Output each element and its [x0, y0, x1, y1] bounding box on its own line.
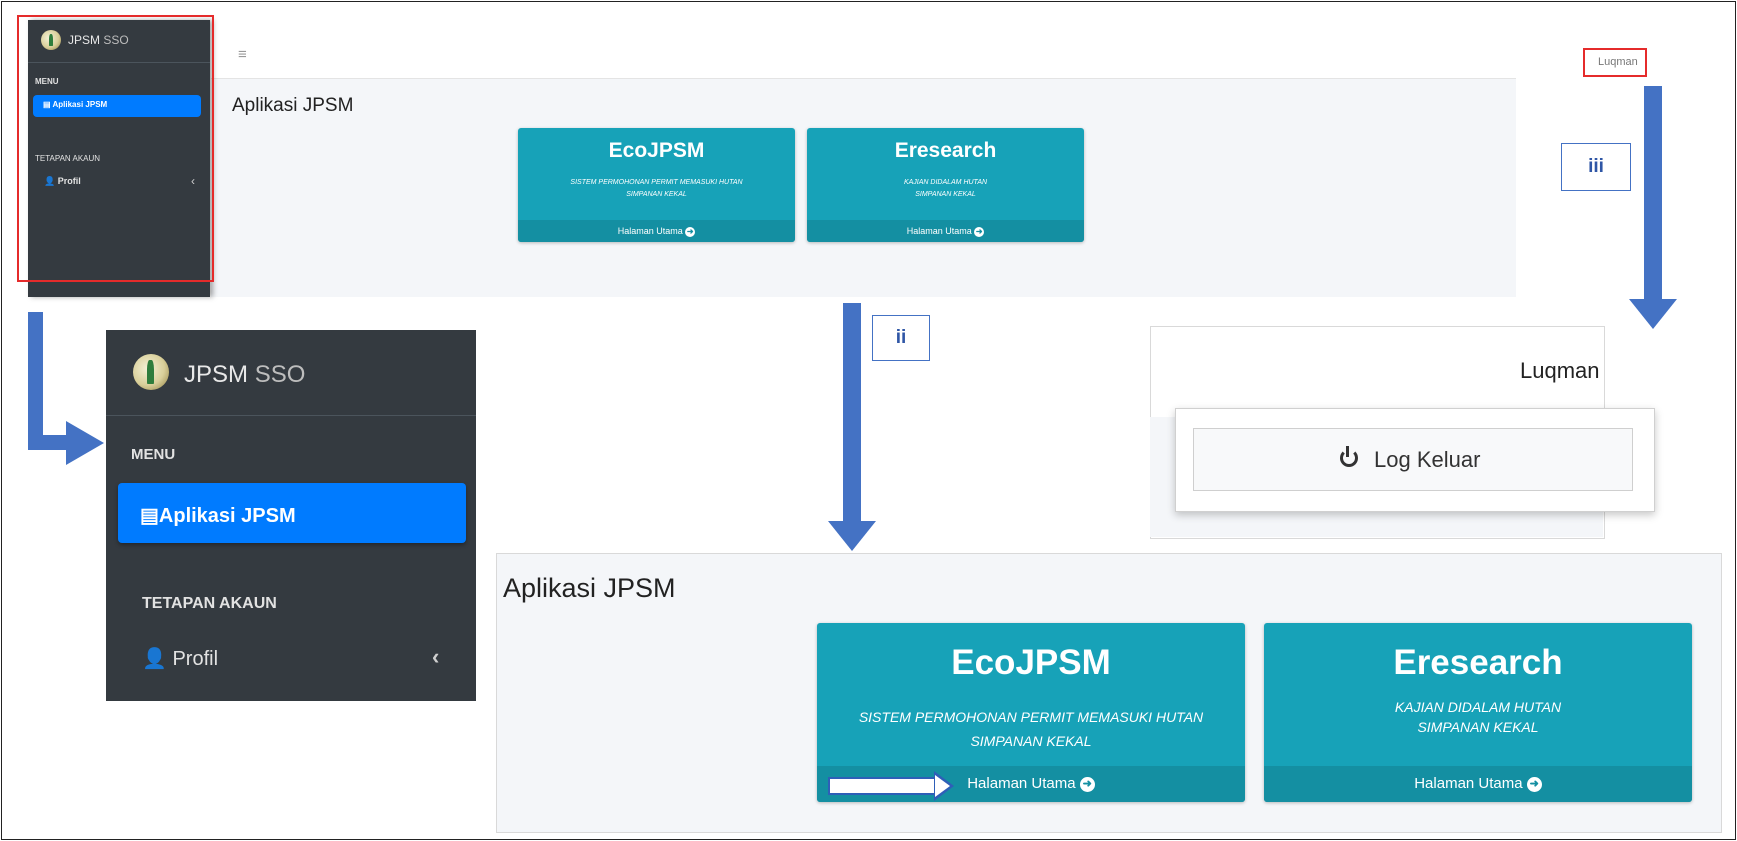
arrow-sidebar-shaft-vertical	[28, 312, 43, 449]
large-user-name[interactable]: Luqman	[1520, 358, 1600, 384]
large-card-footer-link[interactable]: Halaman Utama ➜	[1264, 766, 1692, 802]
callout-arrow-shaft	[828, 777, 938, 795]
small-card-desc: KAJIAN DIDALAM HUTAN SIMPANAN KEKAL	[903, 179, 988, 198]
large-card-ecojpsm[interactable]: EcoJPSM SISTEM PERMOHONAN PERMIT MEMASUK…	[817, 623, 1245, 802]
arrow-circle-right-icon: ➜	[974, 226, 985, 237]
arrow-circle-right-icon: ➜	[1079, 776, 1095, 792]
large-sidebar: JPSM SSO MENU ▤Aplikasi JPSM TETAPAN AKA…	[106, 330, 476, 701]
callout-ii: ii	[872, 315, 930, 361]
large-card-title: Eresearch	[1393, 643, 1563, 682]
arrow-ii-shaft	[843, 303, 861, 523]
table-list-icon: ▤	[140, 505, 159, 527]
large-brand-text: JPSM SSO	[184, 361, 306, 388]
user-highlight-box	[1583, 48, 1647, 77]
chevron-left-icon[interactable]: ‹	[432, 644, 439, 670]
large-brand: JPSM SSO	[106, 330, 476, 416]
arrow-sidebar-shaft-horizontal	[28, 435, 68, 450]
small-card-title: EcoJPSM	[608, 139, 705, 162]
large-account-header: TETAPAN AKAUN	[142, 595, 277, 612]
arrow-circle-right-icon: ➜	[685, 226, 696, 237]
small-card-eresearch[interactable]: Eresearch KAJIAN DIDALAM HUTAN SIMPANAN K…	[807, 128, 1084, 242]
hamburger-icon[interactable]: ≡	[238, 46, 247, 63]
large-card-desc: SISTEM PERMOHONAN PERMIT MEMASUKI HUTAN S…	[858, 709, 1204, 749]
small-card-footer-link[interactable]: Halaman Utama ➜	[518, 220, 795, 242]
small-topbar	[211, 20, 1516, 79]
large-menu-header: MENU	[131, 446, 176, 463]
small-card-footer-link[interactable]: Halaman Utama ➜	[807, 220, 1084, 242]
arrow-iii-head	[1629, 299, 1677, 329]
callout-iii: iii	[1561, 143, 1631, 191]
large-nav-profil[interactable]: 👤 Profil	[142, 646, 218, 671]
user-icon: 👤	[142, 648, 167, 670]
large-page-title: Aplikasi JPSM	[503, 573, 676, 603]
arrow-circle-right-icon: ➜	[1526, 776, 1542, 792]
jpsm-logo	[133, 354, 169, 390]
arrow-ii-head	[828, 521, 876, 551]
arrow-sidebar-head	[66, 421, 104, 465]
large-card-eresearch[interactable]: Eresearch KAJIAN DIDALAM HUTAN SIMPANAN K…	[1264, 623, 1692, 802]
logout-label[interactable]: Log Keluar	[1374, 447, 1480, 473]
sidebar-highlight-box	[17, 15, 214, 282]
small-page-title: Aplikasi JPSM	[232, 95, 354, 116]
small-card-title: Eresearch	[894, 139, 997, 162]
large-nav-aplikasi[interactable]: ▤Aplikasi JPSM	[118, 483, 466, 543]
small-card-desc: SISTEM PERMOHONAN PERMIT MEMASUKI HUTAN S…	[570, 179, 743, 198]
callout-arrow-head	[934, 771, 954, 801]
arrow-iii-shaft	[1644, 86, 1662, 301]
small-card-ecojpsm[interactable]: EcoJPSM SISTEM PERMOHONAN PERMIT MEMASUK…	[518, 128, 795, 242]
large-card-desc: KAJIAN DIDALAM HUTAN SIMPANAN KEKAL	[1394, 699, 1562, 735]
power-icon	[1340, 446, 1358, 467]
large-card-title: EcoJPSM	[951, 643, 1111, 682]
